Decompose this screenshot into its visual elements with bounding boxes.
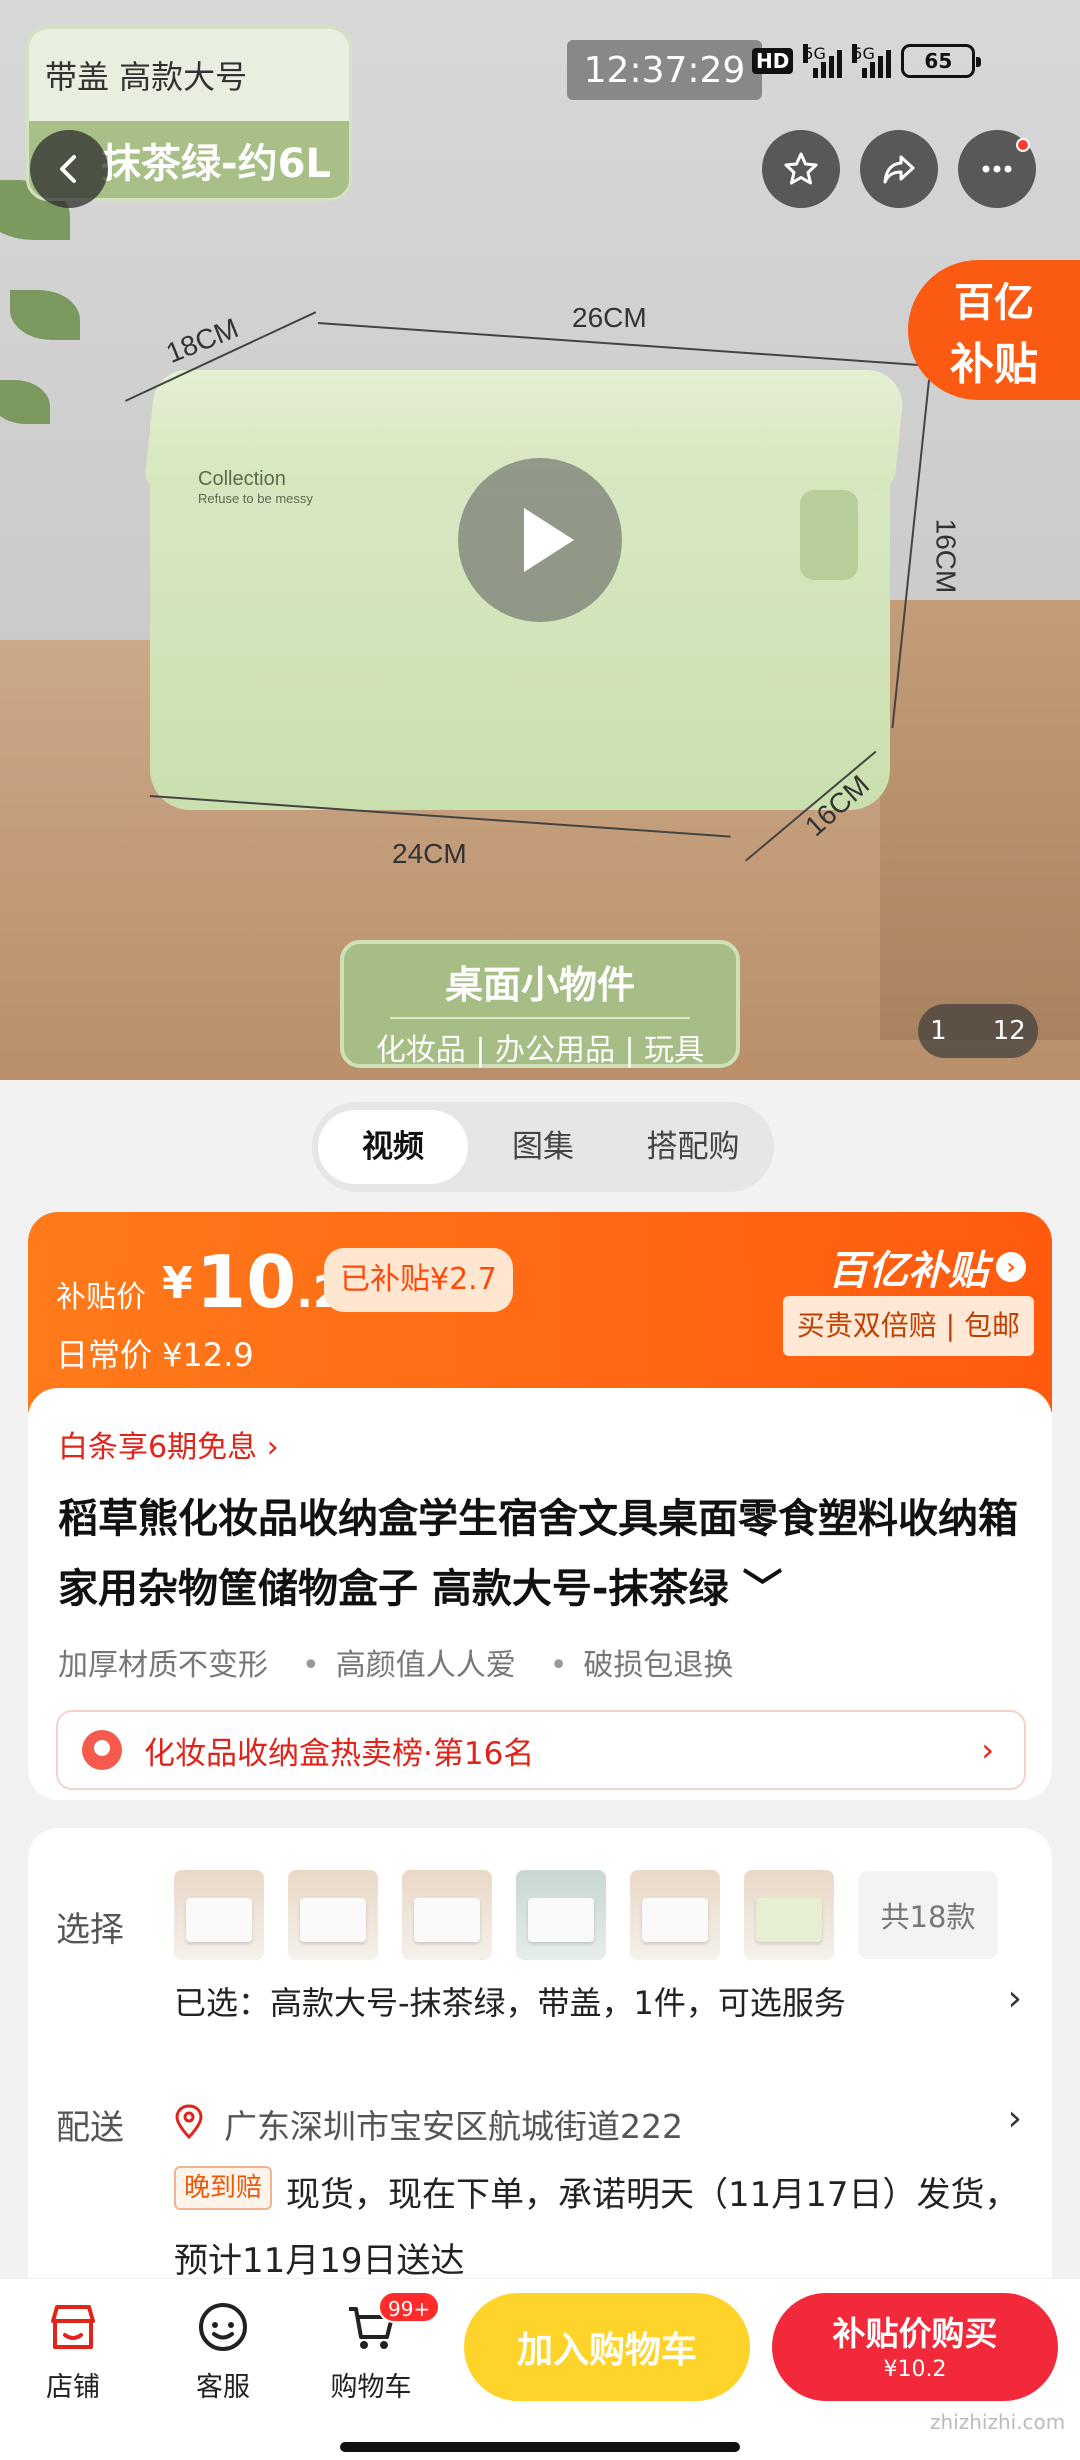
- hd-icon: HD: [752, 48, 794, 74]
- play-video-button[interactable]: [458, 458, 622, 622]
- buy-now-label: 补贴价购买: [832, 2314, 998, 2353]
- notification-dot: [1016, 138, 1030, 152]
- delivery-label: 配送: [56, 2108, 124, 2148]
- product-info-card: 白条享6期免息 › 稻草熊化妆品收纳盒学生宿舍文具桌面零食塑料收纳箱家用杂物筐储…: [28, 1388, 1052, 1800]
- usage-title: 桌面小物件: [444, 963, 635, 1007]
- feature-item: 破损包退换: [550, 1640, 733, 1684]
- more-dots-icon: [982, 165, 1012, 173]
- media-tabs: 视频 图集 搭配购: [312, 1102, 774, 1192]
- product-title[interactable]: 稻草熊化妆品收纳盒学生宿舍文具桌面零食塑料收纳箱家用杂物筐储物盒子 高款大号-抹…: [58, 1484, 1038, 1624]
- feature-item: 加厚材质不变形: [58, 1648, 268, 1683]
- variant-thumbnail[interactable]: [402, 1870, 492, 1960]
- add-to-cart-button[interactable]: 加入购物车: [464, 2293, 750, 2401]
- share-button[interactable]: [860, 130, 938, 208]
- box-slogan: Refuse to be messy: [198, 491, 313, 506]
- star-icon: [784, 152, 818, 185]
- chevron-right-icon[interactable]: ›: [1008, 2098, 1022, 2139]
- page-total: 12: [992, 1016, 1026, 1046]
- battery-level: 65: [924, 49, 953, 73]
- chevron-right-icon[interactable]: ›: [1008, 1978, 1022, 2019]
- watermark: zhizhizhi.com: [930, 2410, 1066, 2434]
- subsidy-amount-tag: 已补贴¥2.7: [324, 1248, 513, 1312]
- buy-now-price: ¥10.2: [883, 2357, 947, 2382]
- price-integer: 10: [196, 1240, 297, 1324]
- spec-card-top: 带盖 高款大号: [29, 29, 349, 121]
- variant-thumbnail[interactable]: [288, 1870, 378, 1960]
- variant-thumbnail[interactable]: [744, 1870, 834, 1960]
- currency-symbol: ¥: [162, 1258, 193, 1309]
- subsidy-price-label: 补贴价: [56, 1280, 146, 1315]
- usage-tag-card: 桌面小物件 化妆品 | 办公用品 | 玩具: [340, 940, 740, 1068]
- customer-service-button[interactable]: 客服: [168, 2299, 278, 2404]
- back-button[interactable]: [30, 130, 108, 208]
- subsidy-badge: 百亿 补贴: [908, 260, 1080, 400]
- chevron-left-icon: [60, 155, 76, 183]
- status-icons: HD 5G 5G 65: [752, 44, 982, 78]
- late-compensation-tag: 晚到赔: [174, 2166, 273, 2210]
- feature-item: 高颜值人人爱: [302, 1640, 516, 1684]
- subsidy-badge-line1: 百亿: [954, 280, 1034, 326]
- dimension-width-top: 26CM: [572, 302, 647, 333]
- store-icon: [51, 2305, 95, 2349]
- medal-icon: [82, 1730, 122, 1770]
- tab-video[interactable]: 视频: [318, 1110, 468, 1184]
- delivery-address[interactable]: 广东深圳市宝安区航城街道222: [224, 2100, 683, 2148]
- chevron-right-icon: ›: [981, 1731, 994, 1769]
- box-brand: Collection: [198, 468, 286, 490]
- signal-icon: 5G: [803, 44, 843, 78]
- dimension-height: 16CM: [930, 518, 962, 594]
- location-pin-icon: [175, 2104, 203, 2140]
- price-banner: 补贴价 ¥ 10.2 已补贴¥2.7 日常价 ¥12.9 百亿补贴 › 买贵双倍赔…: [28, 1212, 1052, 1412]
- selected-variant[interactable]: 已选：高款大号-抹茶绿，带盖，1件，可选服务: [174, 1978, 846, 2024]
- shipping-info: 现货，现在下单，承诺明天（11月17日）发货，预计11月19日送达: [174, 2175, 1019, 2281]
- dimension-width-bottom: 24CM: [392, 838, 467, 869]
- table-edge: [880, 600, 1080, 1040]
- tab-gallery[interactable]: 图集: [468, 1110, 618, 1184]
- box-print: Collection Refuse to be messy: [198, 468, 313, 506]
- cart-label: 购物车: [330, 2372, 412, 2403]
- status-time-box: 12:37:29: [567, 40, 762, 100]
- image-page-indicator: 1 12: [918, 1004, 1038, 1058]
- store-button[interactable]: 店铺: [18, 2299, 128, 2404]
- page-current: 1: [930, 1016, 947, 1046]
- subsidy-brand-link[interactable]: 百亿补贴 ›: [828, 1238, 1026, 1296]
- share-icon: [883, 155, 915, 184]
- cart-button[interactable]: 99+ 购物车: [316, 2291, 441, 2404]
- ranking-bar[interactable]: 化妆品收纳盒热卖榜·第16名 ›: [56, 1710, 1026, 1790]
- subsidy-price: 10.2: [196, 1240, 344, 1324]
- subsidy-badge-line2: 补贴: [950, 339, 1038, 390]
- storage-box-handle: [800, 490, 858, 580]
- daily-price: 日常价 ¥12.9: [56, 1336, 254, 1374]
- variant-thumbnail[interactable]: [516, 1870, 606, 1960]
- tab-bundle[interactable]: 搭配购: [618, 1110, 768, 1184]
- bottom-action-bar: 店铺 客服 99+ 购物车 加入购物车 补贴价购买 ¥10.2: [0, 2278, 1080, 2460]
- usage-list: 化妆品 | 办公用品 | 玩具: [375, 1033, 705, 1068]
- status-time: 12:37:29: [583, 49, 746, 91]
- divider: [390, 1017, 690, 1019]
- select-label: 选择: [56, 1910, 124, 1950]
- feature-list: 加厚材质不变形 高颜值人人爱 破损包退换: [58, 1640, 733, 1684]
- store-label: 店铺: [46, 2372, 100, 2403]
- variant-thumbnail[interactable]: [174, 1870, 264, 1960]
- ranking-text: 化妆品收纳盒热卖榜·第16名: [144, 1735, 535, 1772]
- variant-count-button[interactable]: 共18款: [858, 1871, 998, 1959]
- cart-count-badge: 99+: [378, 2291, 441, 2323]
- subsidy-brand: 百亿补贴: [828, 1248, 988, 1294]
- variant-thumbnails: 共18款: [174, 1870, 998, 1960]
- installment-promo[interactable]: 白条享6期免息 ›: [58, 1422, 279, 1466]
- more-button[interactable]: [958, 130, 1036, 208]
- variant-thumbnail[interactable]: [630, 1870, 720, 1960]
- signal-icon: 5G: [852, 44, 892, 78]
- chat-face-icon: [199, 2303, 247, 2351]
- guarantee-tag: 买贵双倍赔 | 包邮: [782, 1296, 1034, 1356]
- home-indicator[interactable]: [340, 2442, 740, 2452]
- service-label: 客服: [196, 2372, 250, 2403]
- network-label: 5G: [852, 44, 875, 63]
- battery-icon: 65: [901, 44, 982, 78]
- network-label: 5G: [803, 44, 826, 63]
- add-to-cart-label: 加入购物车: [516, 2330, 697, 2371]
- chevron-right-icon: ›: [996, 1252, 1026, 1282]
- favorite-button[interactable]: [762, 130, 840, 208]
- buy-now-button[interactable]: 补贴价购买 ¥10.2: [772, 2293, 1058, 2401]
